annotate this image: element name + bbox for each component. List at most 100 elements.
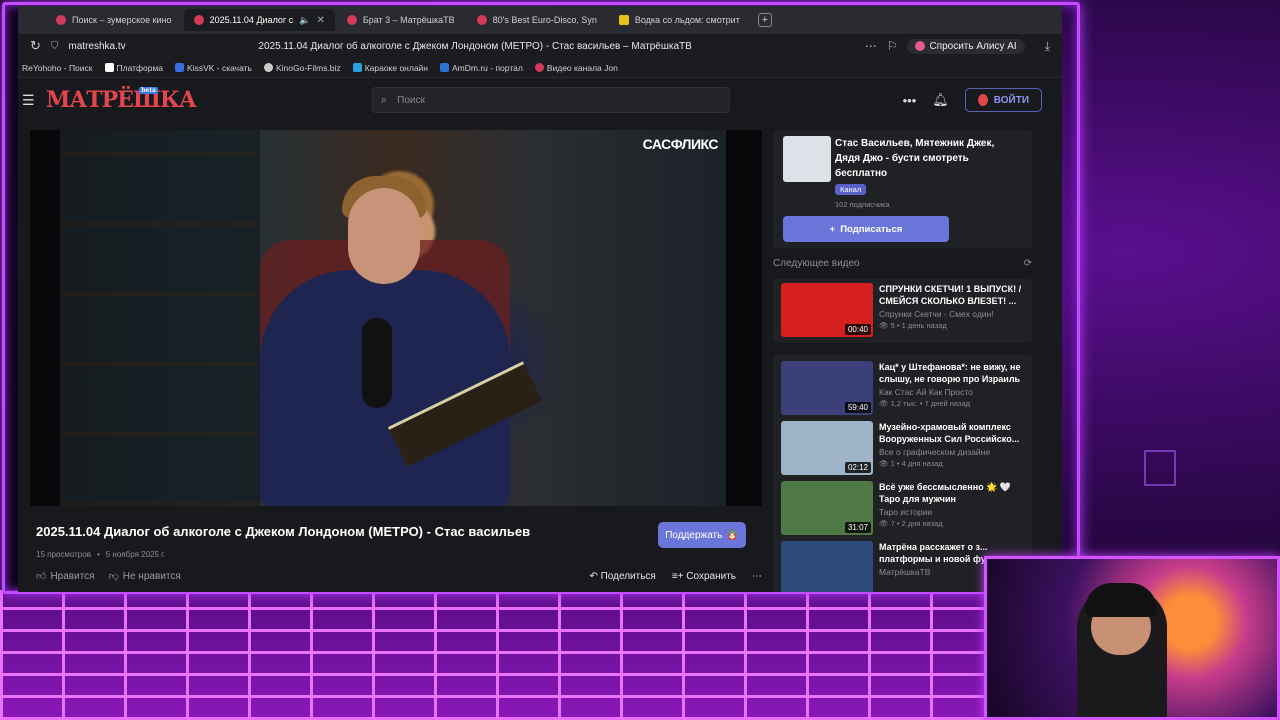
- video-item-channel[interactable]: Все о графическом дизайне: [879, 447, 1024, 457]
- autoplay-icon[interactable]: ⟳: [1024, 258, 1032, 269]
- next-video-card[interactable]: 00:40 СПРУНКИ СКЕТЧИ! 1 ВЫПУСК! / СМЕЙСЯ…: [773, 279, 1032, 343]
- bookmark-item[interactable]: KissVK - скачать: [175, 63, 252, 73]
- bookmark-item[interactable]: AmDm.ru - портал: [440, 63, 523, 73]
- bookmark-item[interactable]: Платформа: [104, 63, 163, 73]
- video-duration: 00:40: [844, 324, 871, 335]
- video-item-title[interactable]: Кац* у Штефанова*: не вижу, не слышу, не…: [879, 361, 1024, 385]
- next-video-item[interactable]: 00:40 СПРУНКИ СКЕТЧИ! 1 ВЫПУСК! / СМЕЙСЯ…: [781, 283, 1024, 337]
- video-duration: 31:07: [844, 522, 871, 533]
- address-bar: ↻ ⛉ matreshka.tv 2025.11.04 Диалог об ал…: [18, 34, 1062, 58]
- url-domain[interactable]: matreshka.tv: [68, 41, 248, 52]
- dislike-button[interactable]: 👎︎ Не нравится: [109, 570, 181, 583]
- video-item-stats: 👁︎ 1,2 тыс. • 7 дней назад: [879, 399, 971, 408]
- bookmark-item[interactable]: Видео канала Jon: [534, 63, 618, 73]
- subscribe-button[interactable]: + Подписаться: [783, 216, 949, 242]
- search-input[interactable]: [397, 94, 530, 106]
- tab-title: 80's Best Euro-Disco, Syn: [492, 15, 597, 25]
- webcam-person-hair: [1085, 583, 1157, 617]
- view-count: 15 просмотров: [36, 550, 91, 559]
- tab-title: Поиск – зумерское кино: [72, 15, 172, 25]
- alice-icon: [915, 41, 926, 51]
- recommended-item[interactable]: 02:12 Музейно-храмовый комплекс Вооружен…: [781, 421, 1024, 475]
- bookmark-favicon-icon: [440, 63, 450, 72]
- eye-icon: 👁︎: [879, 519, 891, 528]
- video-person-head: [348, 188, 420, 284]
- bookmark-favicon-icon: [175, 63, 185, 72]
- close-tab-icon[interactable]: ✕: [316, 15, 324, 26]
- recommended-item[interactable]: 31:07 Всё уже бессмысленно 🌟 🤍 Таро для …: [781, 481, 1024, 535]
- eye-icon: 👁︎: [879, 321, 891, 330]
- video-item-title[interactable]: СПРУНКИ СКЕТЧИ! 1 ВЫПУСК! / СМЕЙСЯ СКОЛЬ…: [879, 283, 1024, 307]
- share-button[interactable]: ↶ Поделиться: [589, 571, 655, 582]
- save-button[interactable]: ≡+ Сохранить: [672, 571, 736, 582]
- more-options-icon[interactable]: •••: [903, 93, 917, 108]
- next-video-heading: Следующее видео: [773, 258, 860, 269]
- video-actions: 👍︎ Нравится 👎︎ Не нравится ↶ Поделиться ≡+…: [36, 570, 762, 583]
- channel-avatar[interactable]: [783, 136, 831, 182]
- tab-favicon-icon: [346, 15, 357, 25]
- video-thumbnail[interactable]: 00:40: [781, 283, 873, 337]
- login-button[interactable]: ВОЙТИ: [964, 88, 1042, 112]
- video-thumbnail[interactable]: 59:40: [781, 361, 873, 415]
- bookmark-item[interactable]: ReYohoho - Поиск: [22, 63, 93, 73]
- download-icon[interactable]: ⤓: [1045, 39, 1050, 54]
- publish-date: 5 ноября 2025 г.: [105, 550, 166, 559]
- video-player[interactable]: САСФЛИКС: [30, 130, 762, 506]
- search-icon: ⌕: [381, 93, 388, 106]
- reload-icon[interactable]: ↻: [30, 38, 41, 54]
- video-item-channel[interactable]: Таро истории: [879, 507, 1024, 517]
- menu-icon[interactable]: ☰: [22, 92, 46, 109]
- video-meta: 15 просмотров • 5 ноября 2025 г.: [36, 550, 165, 559]
- video-thumbnail[interactable]: 31:07: [781, 481, 873, 535]
- more-actions-icon[interactable]: ⋯: [752, 571, 762, 582]
- video-item-channel[interactable]: Как Стас Ай Как Просто: [879, 387, 1024, 397]
- new-tab-button[interactable]: +: [757, 13, 772, 27]
- channel-badge: Канал: [835, 184, 867, 195]
- video-item-channel[interactable]: Спрунки Скетчи - Смех один!: [879, 309, 1024, 319]
- bookmark-item[interactable]: Караоке онлайн: [352, 63, 428, 73]
- more-icon[interactable]: ⋯: [865, 39, 877, 53]
- video-thumbnail[interactable]: [781, 541, 873, 592]
- share-icon: ↶: [589, 570, 601, 582]
- search-box[interactable]: ⌕: [372, 87, 730, 113]
- video-thumbnail[interactable]: 02:12: [781, 421, 873, 475]
- tab-favicon-icon: [476, 15, 487, 25]
- tab-strip: Поиск – зумерское кино 2025.11.04 Диалог…: [18, 6, 1062, 34]
- mute-icon[interactable]: 🔈: [299, 15, 310, 26]
- tab-3[interactable]: 80's Best Euro-Disco, Syn: [467, 9, 607, 31]
- beta-badge: beta: [139, 87, 158, 94]
- tab-4[interactable]: Водка со льдом: смотрит: [609, 9, 750, 31]
- site-logo[interactable]: МАТРЁШКА beta: [46, 87, 197, 113]
- browser-window: Поиск – зумерское кино 2025.11.04 Диалог…: [18, 6, 1062, 592]
- tab-favicon-icon: [56, 15, 66, 25]
- channel-name[interactable]: Стас Васильев, Мятежник Джек, Дядя Джо -…: [835, 136, 1015, 181]
- bookmark-icon[interactable]: ⚐: [887, 39, 898, 53]
- tab-2[interactable]: Брат 3 – МатрёшкаТВ: [337, 9, 465, 31]
- video-microphone: [362, 318, 392, 408]
- video-item-title[interactable]: Музейно-храмовый комплекс Вооруженных Си…: [879, 421, 1024, 445]
- video-duration: 02:12: [844, 462, 871, 473]
- ask-alice-button[interactable]: Спросить Алису AI: [907, 38, 1025, 54]
- tab-1[interactable]: 2025.11.04 Диалог с 🔈 ✕: [183, 9, 335, 31]
- video-bookshelf: [60, 130, 260, 506]
- bookmark-item[interactable]: KinoGo-Films.biz: [263, 63, 341, 73]
- page-title-in-url[interactable]: 2025.11.04 Диалог об алкоголе с Джеком Л…: [258, 41, 854, 52]
- streamer-webcam: [984, 556, 1280, 720]
- like-button[interactable]: 👍︎ Нравится: [36, 570, 95, 583]
- tab-favicon-icon: [618, 15, 629, 25]
- support-button[interactable]: Поддержать 🪆: [658, 522, 746, 548]
- bookmark-favicon-icon: [352, 63, 362, 72]
- tab-title: Водка со льдом: смотрит: [634, 15, 740, 25]
- recommended-item[interactable]: 59:40 Кац* у Штефанова*: не вижу, не слы…: [781, 361, 1024, 415]
- bookmarks-bar: ReYohoho - Поиск Платформа KissVK - скач…: [18, 58, 1062, 78]
- save-icon: ≡+: [671, 570, 687, 582]
- tab-0[interactable]: Поиск – зумерское кино: [46, 9, 182, 31]
- alice-label: Спросить Алису AI: [929, 40, 1017, 52]
- next-video-header: Следующее видео ⟳: [773, 258, 1032, 269]
- bell-icon[interactable]: 🔔︎: [932, 92, 949, 108]
- eye-icon: 👁︎: [879, 399, 891, 408]
- site-page: ☰ МАТРЁШКАbeta ⌕ ••• 🔔︎ ВОЙТИ САСФЛИКС 2…: [18, 78, 1062, 592]
- tab-title: Брат 3 – МатрёшкаТВ: [362, 15, 455, 25]
- shield-icon[interactable]: ⛉: [51, 41, 59, 52]
- video-item-title[interactable]: Всё уже бессмысленно 🌟 🤍 Таро для мужчин: [879, 481, 1024, 505]
